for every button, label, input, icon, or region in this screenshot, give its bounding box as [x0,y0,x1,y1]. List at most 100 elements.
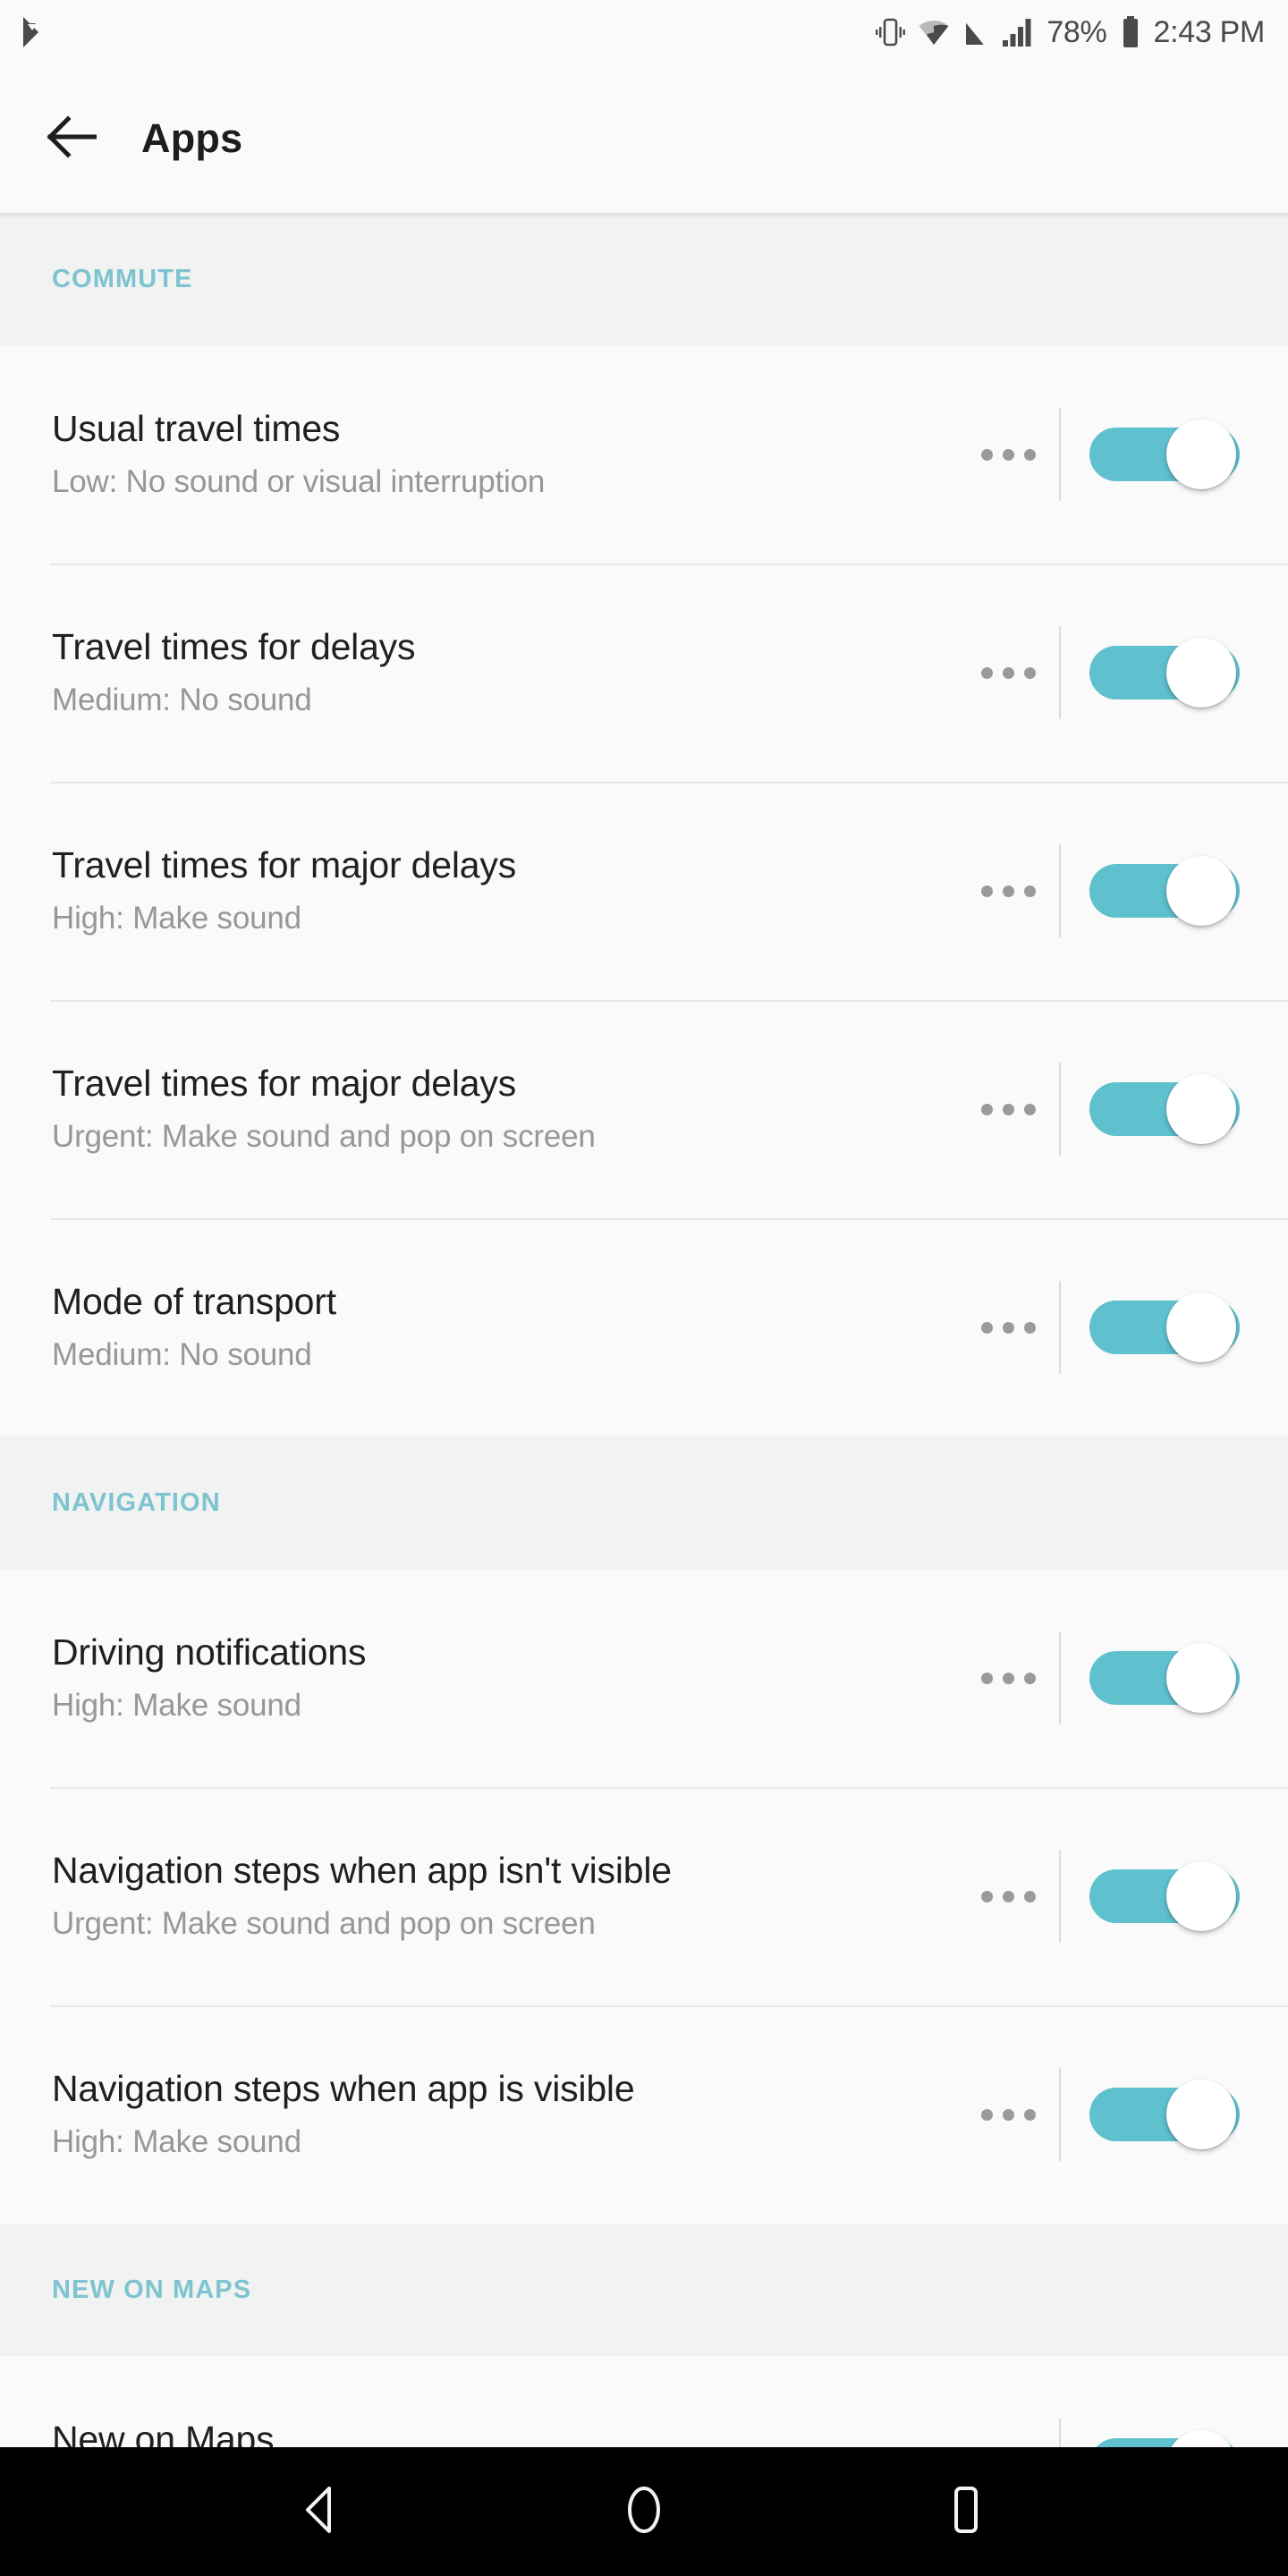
toggle-thumb [1166,419,1236,489]
list-item[interactable]: Travel times for major delays High: Make… [0,782,1288,1000]
more-options-icon[interactable] [970,634,1046,711]
vertical-divider [1059,626,1061,719]
list-item-title: Travel times for major delays [52,844,516,886]
system-navigation-bar [0,2447,1288,2576]
nav-back-triangle-icon [299,2485,345,2539]
notification-toggle[interactable] [1089,1861,1240,1931]
maps-notification-icon [20,15,50,49]
list-item-subtitle: Low: No sound or visual interruption [52,464,546,500]
vertical-divider [1059,1631,1061,1724]
list-item-actions [970,1063,1288,1156]
vertical-divider [1059,1281,1061,1374]
list-item-subtitle: High: Make sound [52,2124,301,2160]
vertical-divider [1059,408,1061,501]
wifi-icon [918,18,950,47]
list-item-title: Driving notifications [52,1631,367,1674]
nav-back-button[interactable] [268,2458,376,2565]
clock-label: 2:43 PM [1153,15,1265,49]
list-item-texts: Usual travel times Low: No sound or visu… [52,408,970,500]
list-item-actions [970,1281,1288,1374]
nav-home-button[interactable] [590,2458,698,2565]
list-item[interactable]: Navigation steps when app is visible Hig… [0,2005,1288,2224]
more-options-icon[interactable] [970,1640,1046,1716]
section-header-navigation: NAVIGATION [0,1436,1288,1569]
settings-list: COMMUTE Usual travel times Low: No sound… [0,213,1288,2576]
list-item-subtitle: Medium: No sound [52,682,312,718]
list-item-texts: Navigation steps when app is visible Hig… [52,2068,970,2160]
list-item-title: Mode of transport [52,1281,336,1323]
section-header-new-on-maps: NEW ON MAPS [0,2224,1288,2356]
list-item-title: Travel times for delays [52,626,416,668]
list-item-actions [970,1850,1288,1943]
list-item-title: Navigation steps when app is visible [52,2068,635,2110]
toggle-thumb [1166,638,1236,708]
section-label: COMMUTE [52,264,193,293]
list-item[interactable]: Navigation steps when app isn't visible … [0,1787,1288,2005]
toggle-thumb [1166,856,1236,926]
nav-recents-button[interactable] [912,2458,1020,2565]
list-item[interactable]: Usual travel times Low: No sound or visu… [0,345,1288,564]
notification-toggle[interactable] [1089,1643,1240,1713]
list-item-subtitle: Urgent: Make sound and pop on screen [52,1906,596,1942]
phone-screen: 78% 2:43 PM Apps COMMUTE Usual travel ti… [0,0,1288,2576]
more-options-icon[interactable] [970,416,1046,493]
notification-toggle[interactable] [1089,419,1240,489]
list-item[interactable]: Travel times for delays Medium: No sound [0,564,1288,782]
section-label: NAVIGATION [52,1487,221,1517]
notification-toggle[interactable] [1089,1074,1240,1144]
more-options-icon[interactable] [970,852,1046,929]
list-item-title: Travel times for major delays [52,1063,516,1105]
list-item-texts: Mode of transport Medium: No sound [52,1281,970,1373]
list-item[interactable]: Driving notifications High: Make sound [0,1569,1288,1787]
list-item-texts: Travel times for major delays High: Make… [52,844,970,936]
back-arrow-icon [47,114,97,163]
more-options-icon[interactable] [970,1071,1046,1148]
toggle-thumb [1166,1074,1236,1144]
vertical-divider [1059,844,1061,937]
nav-home-circle-icon [619,2485,669,2539]
battery-icon [1121,15,1140,49]
data-off-icon [962,16,989,48]
list-item-texts: Travel times for delays Medium: No sound [52,626,970,718]
section-label: NEW ON MAPS [52,2275,252,2304]
notification-toggle[interactable] [1089,856,1240,926]
more-options-icon[interactable] [970,2076,1046,2153]
status-bar-indicators: 78% 2:43 PM [875,15,1265,49]
vertical-divider [1059,1063,1061,1156]
list-item-title: Usual travel times [52,408,341,450]
list-item[interactable]: Travel times for major delays Urgent: Ma… [0,1000,1288,1218]
status-bar-notifications [20,15,50,49]
list-item-actions [970,1631,1288,1724]
vibrate-icon [875,15,906,49]
section-list-navigation: Driving notifications High: Make sound N… [0,1569,1288,2224]
nav-recents-square-icon [941,2485,991,2539]
list-item-actions [970,2068,1288,2161]
more-options-icon[interactable] [970,1289,1046,1366]
signal-bars-icon [1002,17,1034,47]
notification-toggle[interactable] [1089,1292,1240,1362]
battery-percent-label: 78% [1046,15,1107,49]
list-item-subtitle: High: Make sound [52,1688,301,1724]
list-item-texts: Navigation steps when app isn't visible … [52,1850,970,1942]
list-item-actions [970,626,1288,719]
more-options-icon[interactable] [970,1858,1046,1935]
notification-toggle[interactable] [1089,2080,1240,2149]
list-item-texts: Driving notifications High: Make sound [52,1631,970,1724]
list-item-subtitle: High: Make sound [52,901,301,936]
back-button[interactable] [30,97,113,180]
list-item-subtitle: Urgent: Make sound and pop on screen [52,1119,596,1155]
list-item-subtitle: Medium: No sound [52,1337,312,1373]
list-item-actions [970,844,1288,937]
app-bar: Apps [0,64,1288,213]
notification-toggle[interactable] [1089,638,1240,708]
list-item-texts: Travel times for major delays Urgent: Ma… [52,1063,970,1155]
status-bar: 78% 2:43 PM [0,0,1288,64]
list-item[interactable]: Mode of transport Medium: No sound [0,1218,1288,1436]
toggle-thumb [1166,1643,1236,1713]
section-header-commute: COMMUTE [0,213,1288,345]
toggle-thumb [1166,2080,1236,2149]
toggle-thumb [1166,1861,1236,1931]
page-title: Apps [141,115,243,161]
vertical-divider [1059,2068,1061,2161]
list-item-actions [970,408,1288,501]
